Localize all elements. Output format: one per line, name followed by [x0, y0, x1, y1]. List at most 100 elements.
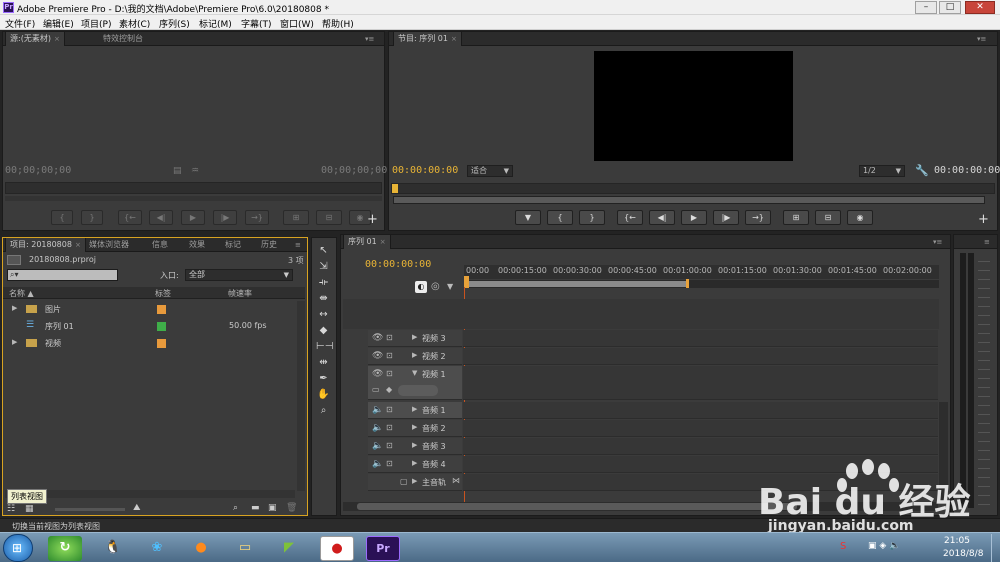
selection-tool-icon[interactable]: ↖ — [316, 244, 331, 258]
wrench-icon[interactable]: 🔧 — [915, 164, 929, 177]
play-button[interactable]: ▶ — [681, 210, 707, 225]
tab-program[interactable]: 节目: 序列 01 × — [393, 32, 462, 46]
minimize-button[interactable]: – — [915, 1, 937, 14]
eye-icon[interactable]: 👁 — [372, 369, 383, 379]
expand-arrow-icon[interactable]: ▶ — [12, 304, 17, 312]
snap-icon[interactable]: ◐ — [415, 281, 427, 293]
menu-sequence[interactable]: 序列(S) — [159, 17, 190, 30]
expand-arrow-icon[interactable]: ▶ — [412, 351, 417, 359]
eye-icon[interactable]: 👁 — [372, 351, 383, 361]
set-marker-icon[interactable]: ◎ — [431, 281, 440, 292]
playhead-marker[interactable] — [392, 184, 398, 193]
drag-audio-icon[interactable]: ♒ — [191, 166, 199, 176]
speaker-icon[interactable]: 🔈 — [372, 423, 383, 433]
program-time-ruler[interactable] — [391, 183, 995, 194]
label-color-swatch[interactable] — [157, 305, 166, 314]
speaker-icon[interactable]: 🔈 — [372, 405, 383, 415]
work-area-bar[interactable] — [465, 281, 687, 287]
menu-title[interactable]: 字幕(T) — [241, 17, 272, 30]
tab-sequence[interactable]: 序列 01 × — [343, 235, 391, 249]
tab-source[interactable]: 源:(无素材) × — [5, 32, 65, 46]
menu-clip[interactable]: 素材(C) — [119, 17, 150, 30]
add-marker-button[interactable]: ▼ — [515, 210, 541, 225]
menu-edit[interactable]: 编辑(E) — [43, 17, 74, 30]
tray-sogou-icon[interactable]: S — [840, 541, 846, 552]
close-button[interactable]: ✕ — [965, 1, 995, 14]
play-button[interactable]: ▶ — [181, 210, 205, 225]
lock-icon[interactable]: ⊡ — [386, 351, 393, 360]
expand-arrow-icon[interactable]: ▶ — [412, 423, 417, 431]
scroll-thumb[interactable] — [357, 503, 797, 510]
program-viewer[interactable] — [594, 51, 793, 161]
panel-menu-icon[interactable]: ▾≡ — [365, 35, 374, 43]
step-forward-button[interactable]: |▶ — [713, 210, 739, 225]
track-audio-2[interactable]: 🔈 ⊡ ▶ 音频 2 — [0, 420, 1000, 438]
expand-arrow-icon[interactable]: ▶ — [412, 459, 417, 467]
tab-markers[interactable]: 标记 — [221, 238, 245, 252]
mark-out-button[interactable]: } — [81, 210, 103, 225]
taskbar-explorer-icon[interactable]: ▭ — [228, 536, 262, 561]
extract-button[interactable]: ⊟ — [815, 210, 841, 225]
work-area-end-marker[interactable] — [686, 279, 689, 288]
track-select-tool-icon[interactable]: ⇲ — [316, 260, 331, 274]
eye-icon[interactable]: 👁 — [372, 333, 383, 343]
add-button-icon[interactable]: + — [978, 212, 989, 227]
expand-arrow-icon[interactable]: ▶ — [412, 477, 417, 485]
close-icon[interactable]: × — [380, 238, 386, 246]
source-time-ruler[interactable] — [5, 182, 382, 194]
speaker-icon[interactable]: 🔈 — [372, 441, 383, 451]
clock-date[interactable]: 2018/8/8 — [943, 549, 983, 559]
new-bin-icon[interactable]: ▬ — [251, 503, 260, 513]
resolution-dropdown[interactable]: 1/2 ▼ — [859, 165, 905, 177]
show-desktop-button[interactable] — [991, 534, 999, 562]
column-label[interactable]: 标签 — [155, 288, 171, 299]
program-timecode-right[interactable]: 00:00:00:00 — [934, 165, 1000, 176]
find-icon[interactable]: ⌕ — [233, 503, 238, 513]
menu-help[interactable]: 帮助(H) — [322, 17, 354, 30]
go-to-out-button[interactable]: →} — [745, 210, 771, 225]
track-content[interactable] — [463, 348, 938, 365]
panel-menu-icon[interactable]: ▾≡ — [977, 35, 986, 43]
step-forward-button[interactable]: |▶ — [213, 210, 237, 225]
start-button[interactable]: ⊞ — [3, 534, 33, 562]
source-viewer[interactable] — [3, 47, 384, 165]
track-content[interactable] — [463, 402, 938, 419]
ripple-edit-tool-icon[interactable]: ⟛ — [316, 276, 331, 290]
lock-icon[interactable]: ⊡ — [386, 405, 393, 414]
source-timecode-left[interactable]: 00;00;00;00 — [5, 165, 71, 176]
expand-arrow-icon[interactable]: ▶ — [412, 405, 417, 413]
keyframe-navigator[interactable] — [398, 385, 438, 396]
list-view-icon[interactable]: ☷ — [7, 504, 15, 514]
menu-window[interactable]: 窗口(W) — [280, 17, 314, 30]
menu-marker[interactable]: 标记(M) — [199, 17, 232, 30]
collapse-arrow-icon[interactable]: ▼ — [412, 369, 417, 377]
track-audio-1[interactable]: 🔈 ⊡ ▶ 音频 1 — [0, 402, 1000, 420]
program-zoom-bar[interactable] — [393, 196, 985, 204]
list-item[interactable]: ▶ 图片 — [3, 301, 305, 318]
tab-effects[interactable]: 效果 — [185, 238, 209, 252]
panel-menu-icon[interactable]: ≡ — [295, 241, 301, 249]
audio-gain-icon[interactable]: ⋈ — [452, 476, 460, 485]
step-back-button[interactable]: ◀| — [149, 210, 173, 225]
track-content[interactable] — [463, 366, 938, 400]
zoom-in-icon[interactable]: ⛰ — [133, 503, 141, 513]
tab-info[interactable]: 信息 — [148, 238, 172, 252]
go-to-in-button[interactable]: {← — [617, 210, 643, 225]
rolling-edit-tool-icon[interactable]: ⇼ — [316, 292, 331, 306]
tab-effect-controls[interactable]: 特效控制台 — [99, 32, 147, 46]
timeline-ruler[interactable]: 00:00 00:00:15:00 00:00:30:00 00:00:45:0… — [464, 265, 939, 279]
new-item-icon[interactable]: ▣ — [268, 503, 277, 513]
track-video-3[interactable]: 👁 ⊡ ▶ 视频 3 — [0, 330, 1000, 348]
taskbar-media-player-icon[interactable]: ❀ — [140, 536, 174, 561]
panel-menu-icon[interactable]: ▾≡ — [933, 238, 942, 246]
keyframe-icon[interactable]: ◆ — [386, 385, 392, 394]
maximize-button[interactable]: □ — [939, 1, 961, 14]
taskbar-qq-icon[interactable]: 🐧 — [96, 536, 130, 561]
program-timecode-left[interactable]: 00:00:00:00 — [392, 165, 458, 176]
lock-icon[interactable]: ⊡ — [386, 459, 393, 468]
lift-button[interactable]: ⊞ — [783, 210, 809, 225]
timeline-timecode[interactable]: 00:00:00:00 — [365, 259, 431, 270]
icon-view-icon[interactable]: ▦ — [25, 504, 34, 514]
mark-out-button[interactable]: } — [579, 210, 605, 225]
in-filter-dropdown[interactable]: 全部 ▼ — [185, 269, 293, 281]
